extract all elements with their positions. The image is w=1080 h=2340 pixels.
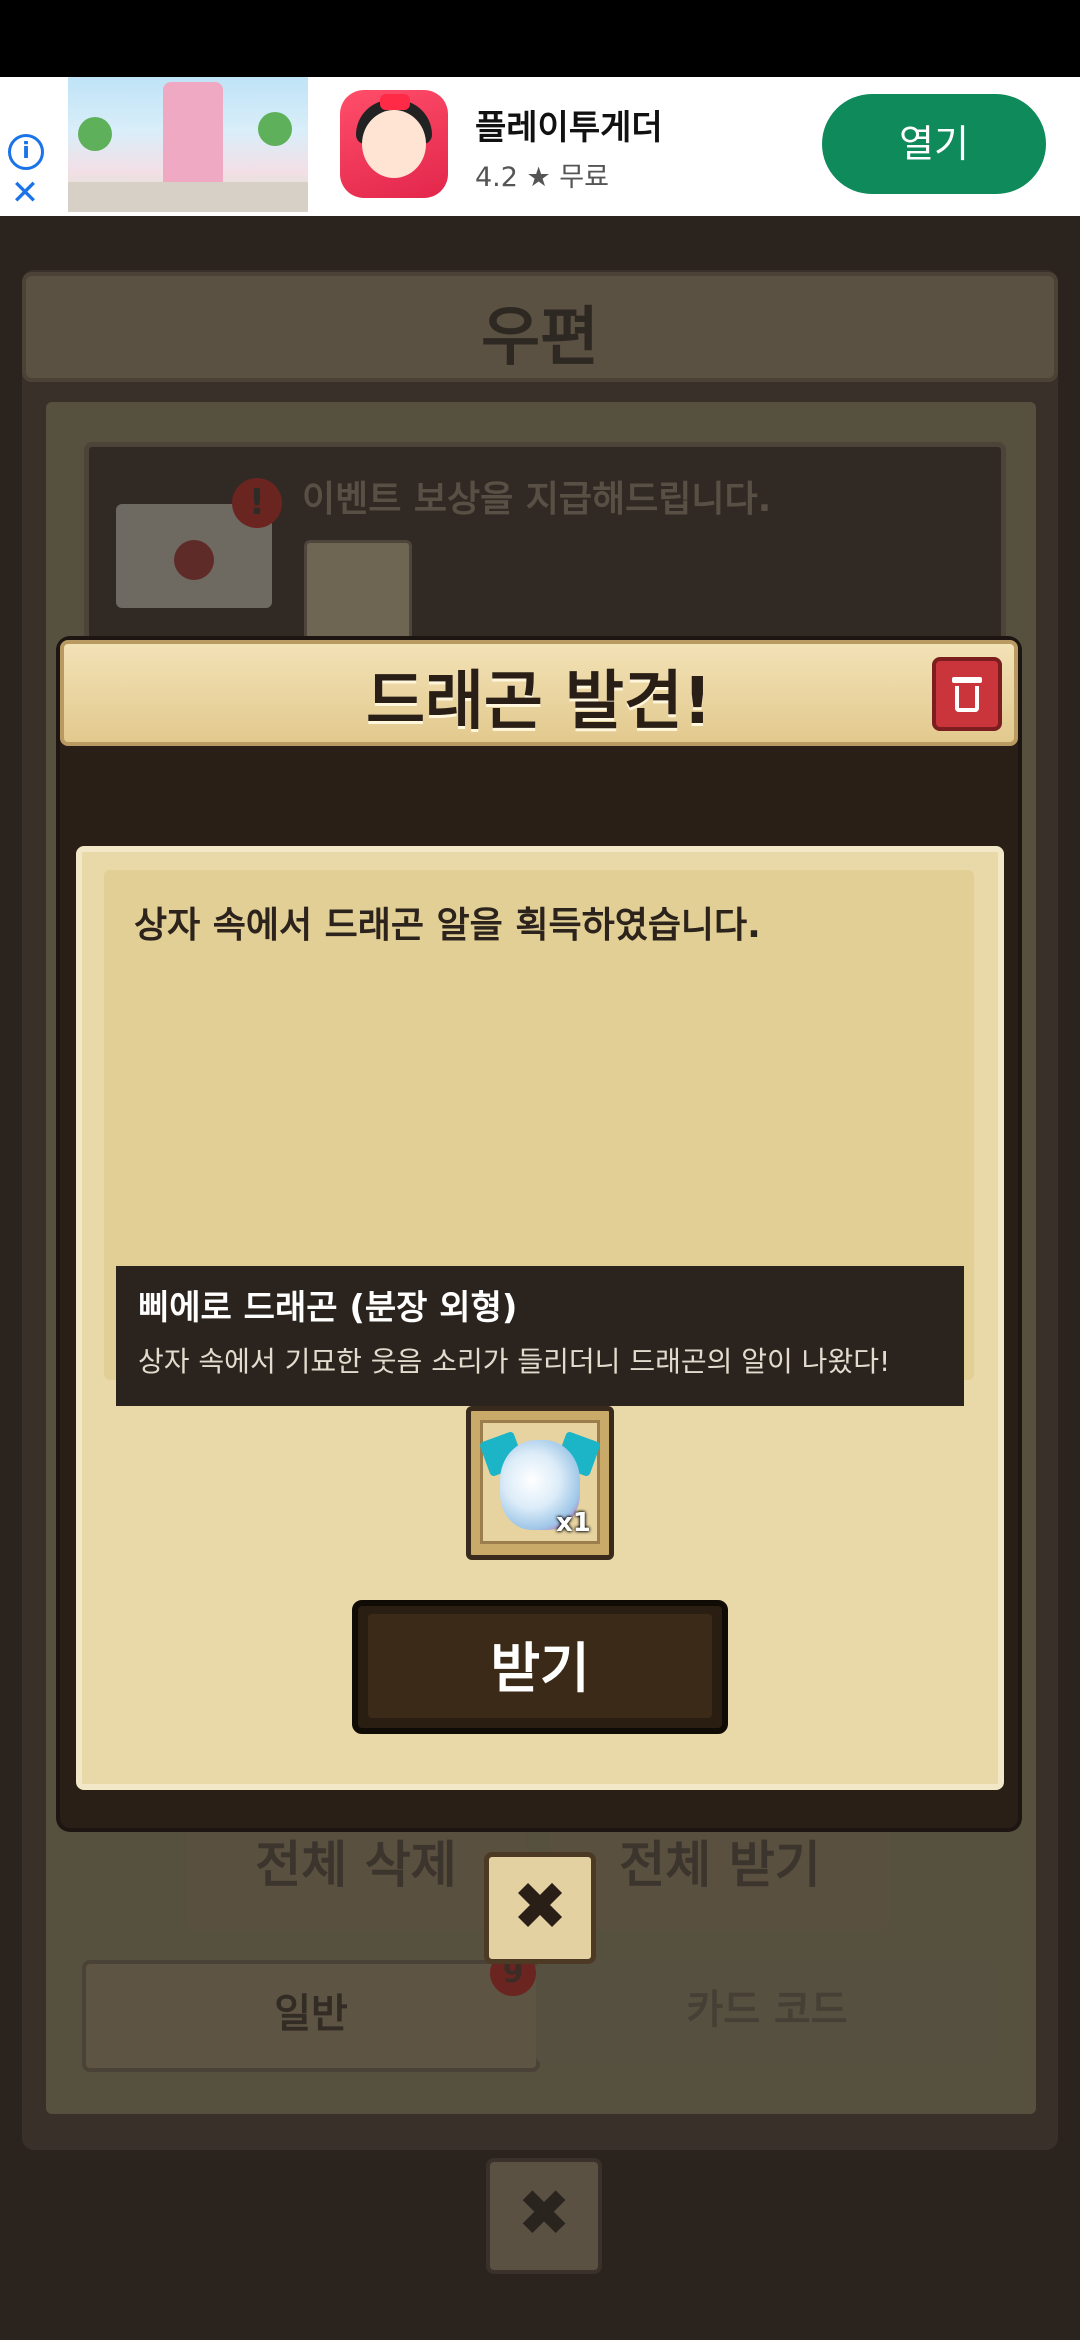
mail-title: 우편	[481, 301, 599, 375]
ad-image[interactable]	[68, 77, 308, 212]
dialog-close-button[interactable]: ✖	[484, 1852, 596, 1964]
ad-app-rating: 4.2 ★ 무료	[475, 162, 609, 193]
mail-reward-egg-icon	[304, 540, 412, 646]
item-name: 삐에로 드래곤 (분장 외형)	[138, 1288, 518, 1328]
alert-icon: !	[232, 478, 282, 528]
mail-item-text: 이벤트 보상을 지급해드립니다.	[302, 479, 772, 520]
ad-info-icon[interactable]: i	[8, 134, 44, 170]
dialog-title: 드래곤 발견!	[366, 665, 712, 739]
trash-icon[interactable]	[932, 657, 1002, 731]
tab-general[interactable]: 일반	[82, 1960, 540, 2072]
mail-close-button[interactable]: ✖	[486, 2158, 602, 2274]
item-description: 상자 속에서 기묘한 웃음 소리가 들리더니 드래곤의 알이 나왔다!	[138, 1345, 891, 1378]
dialog-message: 상자 속에서 드래곤 알을 획득하였습니다.	[134, 905, 761, 946]
receive-button-label[interactable]: 받기	[352, 1624, 728, 1703]
ad-app-title[interactable]: 플레이투게더	[475, 100, 663, 149]
ad-open-button[interactable]: 열기	[822, 94, 1046, 194]
status-bar	[0, 0, 1080, 77]
ad-close-icon[interactable]: ✕	[10, 176, 40, 210]
delete-all-button[interactable]: 전체 삭제	[186, 1810, 526, 1930]
ad-app-icon[interactable]	[340, 90, 448, 198]
reward-quantity: x1	[556, 1508, 591, 1538]
receive-all-button[interactable]: 전체 받기	[550, 1810, 890, 1930]
tab-card-code[interactable]: 카드 코드	[536, 1960, 998, 2064]
